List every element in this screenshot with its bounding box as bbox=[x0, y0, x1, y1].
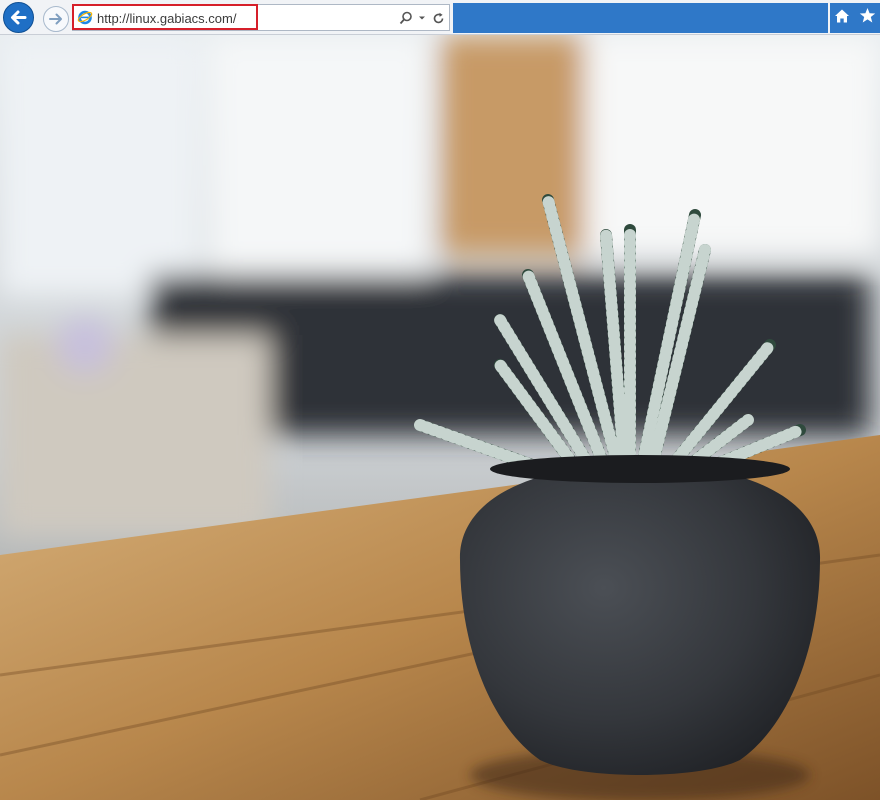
refresh-icon bbox=[433, 12, 443, 23]
star-icon bbox=[859, 8, 875, 23]
home-icon bbox=[835, 9, 850, 22]
internet-explorer-icon bbox=[77, 10, 93, 25]
background-photo bbox=[0, 35, 880, 800]
chevron-down-icon bbox=[419, 16, 425, 20]
refresh-button[interactable] bbox=[431, 9, 445, 27]
url-text[interactable]: http://linux.gabiacs.com/ bbox=[97, 11, 236, 26]
home-button[interactable] bbox=[834, 8, 850, 29]
browser-toolbar: http://linux.gabiacs.com/ bbox=[0, 0, 880, 35]
tab-strip[interactable] bbox=[453, 3, 828, 33]
search-dropdown-button[interactable] bbox=[415, 9, 429, 27]
address-tools bbox=[399, 8, 445, 28]
back-button[interactable] bbox=[3, 2, 34, 33]
plant-pot bbox=[459, 455, 821, 775]
favorites-button[interactable] bbox=[859, 7, 876, 29]
back-arrow-icon bbox=[11, 10, 27, 25]
command-icons bbox=[830, 3, 880, 33]
forward-button[interactable] bbox=[43, 6, 69, 32]
forward-arrow-icon bbox=[49, 13, 62, 25]
search-icon bbox=[399, 11, 412, 25]
search-button[interactable] bbox=[399, 9, 413, 27]
page-content bbox=[0, 35, 880, 800]
address-bar[interactable]: http://linux.gabiacs.com/ bbox=[72, 4, 450, 31]
